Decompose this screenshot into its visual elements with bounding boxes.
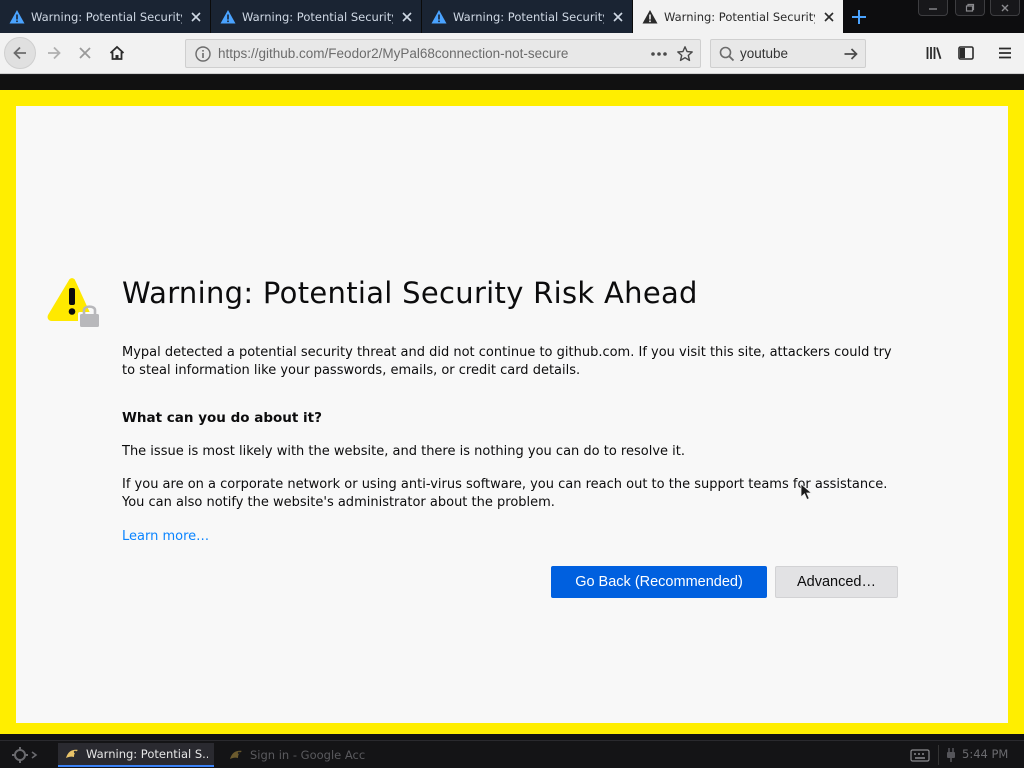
- close-icon: [1001, 4, 1009, 11]
- clock[interactable]: 5:44 PM: [962, 747, 1008, 761]
- arrow-left-icon: [13, 46, 26, 60]
- stop-icon: [79, 47, 91, 59]
- back-button[interactable]: [4, 37, 36, 69]
- minimize-button[interactable]: [918, 0, 948, 16]
- page-title: Warning: Potential Security Risk Ahead: [122, 276, 698, 310]
- search-icon: [719, 46, 735, 61]
- new-tab-button[interactable]: [847, 5, 871, 29]
- arrow-right-icon: [48, 46, 61, 60]
- tab-title: Warning: Potential Security Risk Ahead: [31, 9, 182, 24]
- info-icon[interactable]: [194, 45, 212, 63]
- minimize-icon: [929, 7, 937, 10]
- learn-more-link[interactable]: Learn more…: [122, 529, 209, 544]
- navigation-toolbar: https://github.com/Feodor2/MyPal68connec…: [0, 33, 1024, 74]
- task-label: Warning: Potential S...: [86, 747, 208, 761]
- warning-icon: [9, 9, 25, 23]
- close-icon[interactable]: [188, 9, 204, 25]
- taskbar-item-mypal[interactable]: Warning: Potential S...: [58, 743, 214, 767]
- intro-paragraph: Mypal detected a potential security thre…: [122, 345, 892, 378]
- start-gear-icon: [12, 747, 38, 763]
- page-actions-icon[interactable]: [650, 51, 668, 57]
- warning-lock-icon: [47, 278, 101, 328]
- restore-button[interactable]: [955, 0, 985, 16]
- task-label: Sign in - Google Acc...: [250, 748, 366, 762]
- mypal-app-icon: [66, 749, 78, 758]
- error-page: Warning: Potential Security Risk Ahead M…: [16, 106, 1008, 723]
- warning-icon: [220, 9, 236, 23]
- forward-button[interactable]: [38, 37, 70, 69]
- go-back-button[interactable]: Go Back (Recommended): [551, 566, 767, 598]
- network-paragraph: If you are on a corporate network or usi…: [122, 477, 888, 510]
- url-text[interactable]: https://github.com/Feodor2/MyPal68connec…: [218, 46, 650, 61]
- warning-icon: [642, 9, 658, 23]
- tray-separator: [938, 745, 939, 765]
- sidebar-button[interactable]: [954, 41, 978, 65]
- tab-title: Warning: Potential Security Risk Ahead: [664, 9, 815, 24]
- home-icon: [109, 45, 125, 60]
- power-plug-icon[interactable]: [944, 746, 958, 764]
- tab-2[interactable]: Warning: Potential Security Risk Ahead: [211, 0, 422, 33]
- keyboard-icon[interactable]: [910, 747, 930, 763]
- tab-title: Warning: Potential Security Risk Ahead: [242, 9, 393, 24]
- close-icon[interactable]: [610, 9, 626, 25]
- tab-strip: Warning: Potential Security Risk Ahead W…: [0, 0, 1024, 33]
- library-button[interactable]: [922, 41, 946, 65]
- close-icon[interactable]: [821, 9, 837, 25]
- subheading: What can you do about it?: [122, 410, 322, 426]
- bookmark-star-icon[interactable]: [676, 45, 694, 63]
- tab-1[interactable]: Warning: Potential Security Risk Ahead: [0, 0, 211, 33]
- issue-paragraph: The issue is most likely with the websit…: [122, 444, 685, 459]
- menu-button[interactable]: [993, 41, 1017, 65]
- tab-4-active[interactable]: Warning: Potential Security Risk Ahead: [633, 0, 843, 33]
- library-icon: [926, 47, 942, 60]
- search-input[interactable]: youtube: [736, 46, 842, 61]
- mouse-cursor-icon: [800, 483, 813, 501]
- sidebar-icon: [958, 46, 974, 60]
- plus-icon: [852, 10, 866, 24]
- mypal-app-icon: [230, 750, 242, 759]
- go-arrow-icon[interactable]: [842, 45, 860, 63]
- close-window-button[interactable]: [990, 0, 1020, 16]
- advanced-button[interactable]: Advanced…: [775, 566, 898, 598]
- taskbar: Warning: Potential S... Sign in - Google…: [0, 740, 1024, 768]
- page-frame: Warning: Potential Security Risk Ahead M…: [0, 90, 1024, 734]
- close-icon[interactable]: [399, 9, 415, 25]
- stop-button[interactable]: [69, 37, 101, 69]
- hamburger-menu-icon: [999, 47, 1011, 59]
- tab-3[interactable]: Warning: Potential Security Risk Ahead: [422, 0, 633, 33]
- home-button[interactable]: [101, 37, 133, 69]
- content-area: Warning: Potential Security Risk Ahead M…: [0, 75, 1024, 740]
- address-bar[interactable]: https://github.com/Feodor2/MyPal68connec…: [185, 39, 701, 68]
- warning-icon: [431, 9, 447, 23]
- tab-title: Warning: Potential Security Risk Ahead: [453, 9, 604, 24]
- search-bar[interactable]: youtube: [710, 39, 866, 68]
- taskbar-item-google[interactable]: Sign in - Google Acc...: [222, 743, 372, 767]
- restore-icon: [965, 3, 975, 12]
- start-menu-button[interactable]: [6, 744, 44, 766]
